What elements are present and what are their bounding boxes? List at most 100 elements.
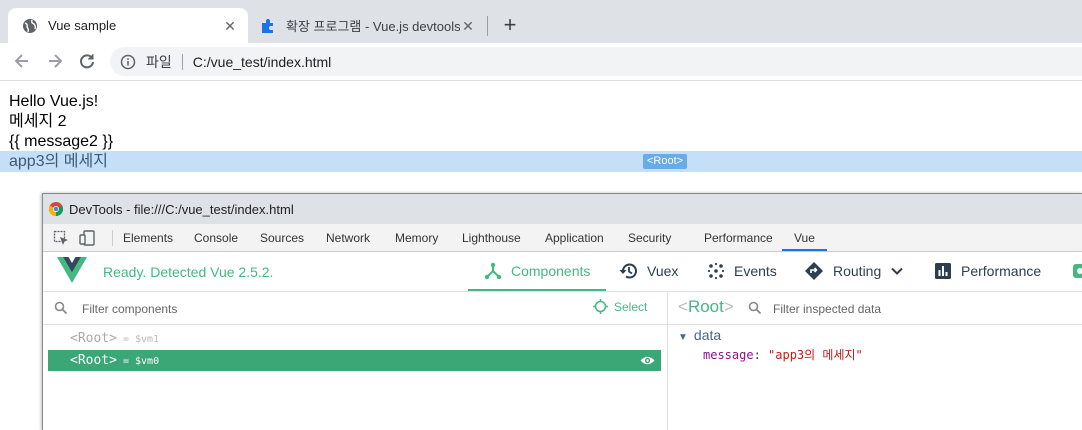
vm-ref: = $vm0: [122, 356, 160, 367]
filter-components-input[interactable]: [80, 299, 564, 319]
tag-bracket-open: <: [70, 331, 78, 346]
page-line-hello: Hello Vue.js!: [9, 93, 99, 110]
settings-icon[interactable]: [1072, 263, 1082, 279]
select-component-button[interactable]: Select: [593, 299, 647, 314]
nav-components[interactable]: Components: [468, 252, 607, 291]
history-icon: [619, 263, 637, 279]
toolbar-separator: [112, 230, 113, 246]
address-bar[interactable]: 파일 C:/vue_test/index.html: [110, 47, 1082, 76]
nav-label: Components: [511, 262, 591, 279]
caret-down-icon: ▼: [678, 332, 688, 343]
crosshair-icon: [593, 299, 608, 314]
vm-ref: = $vm1: [122, 334, 160, 345]
puzzle-piece-icon: [260, 18, 276, 34]
select-label: Select: [614, 299, 648, 314]
tab-vue-sample[interactable]: Vue sample ✕: [8, 8, 248, 43]
arrow-left-icon: [14, 54, 28, 68]
forward-button[interactable]: [44, 51, 66, 71]
events-icon: [707, 262, 725, 280]
component-name: Root: [77, 331, 110, 346]
components-icon: [484, 262, 502, 279]
tab-title: Vue sample: [48, 18, 117, 33]
search-icon: [54, 301, 68, 315]
tag-bracket-close: >: [109, 331, 117, 346]
vue-devtools-header: Ready. Detected Vue 2.5.2. Components Vu…: [43, 252, 1082, 292]
tab-performance[interactable]: Performance: [704, 224, 773, 251]
chrome-logo-icon: [49, 202, 63, 216]
new-tab-button[interactable]: +: [498, 14, 522, 38]
address-divider: [181, 53, 183, 70]
tab-title: 확장 프로그램 - Vue.js devtools: [286, 19, 460, 34]
tab-vue-devtools-extension[interactable]: 확장 프로그램 - Vue.js devtools ✕: [250, 8, 486, 43]
browser-toolbar: 파일 C:/vue_test/index.html: [0, 43, 1082, 81]
page-line-message2-template: {{ message2 }}: [9, 133, 114, 150]
routing-icon: [805, 262, 823, 280]
tab-console[interactable]: Console: [194, 224, 238, 251]
bar-chart-icon: [935, 263, 951, 279]
property-colon: :: [753, 348, 769, 362]
globe-icon: [22, 18, 38, 34]
root-component-chip: <Root>: [643, 154, 688, 169]
component-tree-pane: Select <Root>= $vm1 <Root>= $vm0: [43, 292, 668, 430]
component-highlight-overlay: [0, 151, 1082, 172]
data-section-label: data: [693, 327, 722, 343]
devtools-tab-bar: Elements Console Sources Network Memory …: [43, 224, 1082, 252]
reload-icon: [80, 54, 94, 69]
back-button[interactable]: [11, 51, 33, 71]
inspected-component-title: <Root>: [678, 297, 734, 317]
component-filter-bar: Select: [43, 292, 667, 325]
devtools-window: DevTools - file:///C:/vue_test/index.htm…: [42, 193, 1082, 430]
vue-detection-status: Ready. Detected Vue 2.5.2.: [103, 264, 274, 280]
data-section-toggle[interactable]: ▼ data: [678, 327, 721, 343]
inspected-component-name: Root: [687, 297, 724, 316]
property-key: message: [703, 348, 754, 362]
tab-vue[interactable]: Vue: [782, 224, 827, 251]
tag-bracket-close: >: [109, 353, 117, 368]
close-tab-icon[interactable]: ✕: [460, 18, 476, 34]
devtools-window-title: DevTools - file:///C:/vue_test/index.htm…: [69, 201, 294, 217]
nav-label: Routing: [833, 263, 882, 279]
tab-memory[interactable]: Memory: [395, 224, 438, 251]
tab-application[interactable]: Application: [545, 224, 604, 251]
tag-bracket-open: <: [678, 297, 688, 316]
filter-inspected-data-input[interactable]: [771, 299, 1075, 319]
tab-elements[interactable]: Elements: [123, 224, 173, 251]
tab-network[interactable]: Network: [326, 224, 370, 251]
inspector-header: <Root>: [668, 292, 1082, 325]
tag-bracket-open: <: [70, 353, 78, 368]
tab-sources[interactable]: Sources: [260, 224, 304, 251]
component-name: Root: [77, 353, 110, 368]
property-value: "app3의 메세지": [768, 348, 863, 362]
inspect-element-icon[interactable]: [53, 230, 69, 246]
close-tab-icon[interactable]: ✕: [222, 18, 238, 34]
tree-row-root-vm1[interactable]: <Root> = $vm1: [48, 328, 661, 349]
nav-vuex[interactable]: Vuex: [618, 252, 678, 290]
tag-bracket-close: >: [723, 297, 734, 316]
tab-divider: [487, 16, 488, 36]
tab-strip: Vue sample ✕ 확장 프로그램 - Vue.js devtools ✕…: [0, 0, 1082, 43]
nav-performance[interactable]: Performance: [934, 252, 1041, 290]
inspector-pane: <Root> ▼ data message: "app3의 메세지": [668, 292, 1082, 430]
page-line-message-2: 메세지 2: [9, 113, 67, 130]
nav-label: Vuex: [647, 263, 679, 279]
tree-row-root-vm0-selected[interactable]: <Root> = $vm0: [48, 350, 661, 371]
eye-icon[interactable]: [640, 354, 655, 367]
tab-lighthouse[interactable]: Lighthouse: [462, 224, 521, 251]
chevron-down-icon: [891, 267, 903, 275]
page-line-app3-message: app3의 메세지: [9, 153, 108, 170]
nav-routing[interactable]: Routing: [804, 252, 904, 290]
search-icon: [748, 301, 762, 315]
vue-logo-icon: [57, 257, 87, 283]
devtools-titlebar: DevTools - file:///C:/vue_test/index.htm…: [43, 194, 1082, 224]
url-scheme-label: 파일: [146, 53, 172, 70]
nav-events[interactable]: Events: [707, 252, 777, 290]
nav-label: Performance: [961, 263, 1042, 279]
arrow-right-icon: [49, 54, 63, 68]
data-property-message[interactable]: message: "app3의 메세지": [703, 346, 863, 364]
device-toolbar-icon[interactable]: [79, 230, 95, 246]
tab-security[interactable]: Security: [628, 224, 671, 251]
url-text[interactable]: C:/vue_test/index.html: [193, 54, 332, 70]
nav-label: Events: [734, 263, 777, 279]
info-icon[interactable]: [120, 54, 136, 70]
reload-button[interactable]: [76, 51, 98, 71]
